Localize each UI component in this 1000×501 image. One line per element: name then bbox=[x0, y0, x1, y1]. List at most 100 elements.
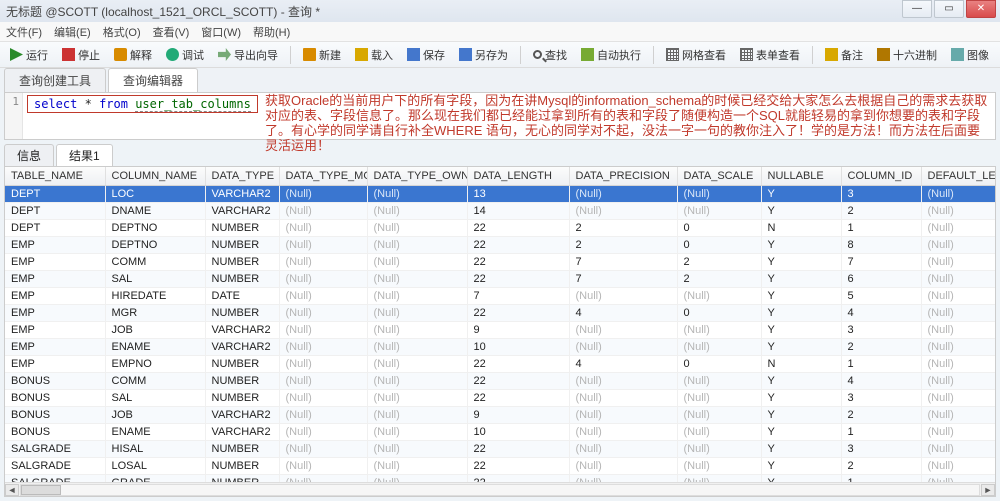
table-cell[interactable]: (Null) bbox=[921, 254, 996, 271]
table-cell[interactable]: Y bbox=[761, 322, 841, 339]
table-cell[interactable]: (Null) bbox=[921, 339, 996, 356]
table-cell[interactable]: (Null) bbox=[279, 220, 367, 237]
table-cell[interactable]: (Null) bbox=[569, 424, 677, 441]
table-cell[interactable]: Y bbox=[761, 254, 841, 271]
table-cell[interactable]: 4 bbox=[569, 356, 677, 373]
gridview-button[interactable]: 网格查看 bbox=[660, 45, 732, 65]
table-cell[interactable]: EMP bbox=[5, 288, 105, 305]
table-row[interactable]: EMPCOMMNUMBER(Null)(Null)2272Y7(Null)(Nu… bbox=[5, 254, 996, 271]
explain-button[interactable]: 解释 bbox=[108, 45, 158, 65]
table-row[interactable]: SALGRADELOSALNUMBER(Null)(Null)22(Null)(… bbox=[5, 458, 996, 475]
table-cell[interactable]: (Null) bbox=[367, 271, 467, 288]
table-row[interactable]: SALGRADEHISALNUMBER(Null)(Null)22(Null)(… bbox=[5, 441, 996, 458]
autoexec-button[interactable]: 自动执行 bbox=[575, 45, 647, 65]
table-cell[interactable]: VARCHAR2 bbox=[205, 339, 279, 356]
table-cell[interactable]: (Null) bbox=[921, 441, 996, 458]
column-header[interactable]: COLUMN_NAME bbox=[105, 167, 205, 186]
table-cell[interactable]: (Null) bbox=[921, 203, 996, 220]
table-cell[interactable]: (Null) bbox=[677, 458, 761, 475]
table-cell[interactable]: 13 bbox=[467, 186, 569, 203]
table-cell[interactable]: (Null) bbox=[367, 305, 467, 322]
column-header[interactable]: DEFAULT_LENGTH bbox=[921, 167, 996, 186]
table-cell[interactable]: 2 bbox=[841, 458, 921, 475]
image-button[interactable]: 图像 bbox=[945, 45, 995, 65]
table-cell[interactable]: N bbox=[761, 356, 841, 373]
table-cell[interactable]: 2 bbox=[569, 237, 677, 254]
table-cell[interactable]: (Null) bbox=[677, 322, 761, 339]
table-cell[interactable]: (Null) bbox=[569, 186, 677, 203]
table-cell[interactable]: SALGRADE bbox=[5, 441, 105, 458]
table-cell[interactable]: (Null) bbox=[569, 441, 677, 458]
table-cell[interactable]: 2 bbox=[677, 254, 761, 271]
table-cell[interactable]: (Null) bbox=[569, 407, 677, 424]
table-cell[interactable]: (Null) bbox=[921, 271, 996, 288]
table-cell[interactable]: BONUS bbox=[5, 407, 105, 424]
table-cell[interactable]: (Null) bbox=[921, 237, 996, 254]
table-cell[interactable]: 8 bbox=[841, 237, 921, 254]
table-cell[interactable]: 3 bbox=[841, 441, 921, 458]
table-row[interactable]: BONUSSALNUMBER(Null)(Null)22(Null)(Null)… bbox=[5, 390, 996, 407]
table-row[interactable]: EMPSALNUMBER(Null)(Null)2272Y6(Null)(Nul… bbox=[5, 271, 996, 288]
table-cell[interactable]: (Null) bbox=[677, 407, 761, 424]
table-cell[interactable]: (Null) bbox=[367, 254, 467, 271]
table-cell[interactable]: Y bbox=[761, 407, 841, 424]
table-cell[interactable]: (Null) bbox=[677, 373, 761, 390]
table-cell[interactable]: 2 bbox=[841, 339, 921, 356]
load-button[interactable]: 载入 bbox=[349, 45, 399, 65]
table-cell[interactable]: EMP bbox=[5, 237, 105, 254]
table-cell[interactable]: 2 bbox=[677, 271, 761, 288]
table-cell[interactable]: (Null) bbox=[367, 186, 467, 203]
table-cell[interactable]: EMP bbox=[5, 322, 105, 339]
table-cell[interactable]: Y bbox=[761, 373, 841, 390]
table-cell[interactable]: COMM bbox=[105, 373, 205, 390]
table-cell[interactable]: SALGRADE bbox=[5, 458, 105, 475]
table-row[interactable]: EMPEMPNONUMBER(Null)(Null)2240N1(Null)(N… bbox=[5, 356, 996, 373]
table-cell[interactable]: NUMBER bbox=[205, 373, 279, 390]
table-cell[interactable]: EMP bbox=[5, 271, 105, 288]
table-cell[interactable]: (Null) bbox=[569, 288, 677, 305]
menu-window[interactable]: 窗口(W) bbox=[201, 24, 241, 40]
table-cell[interactable]: 7 bbox=[841, 254, 921, 271]
column-header[interactable]: TABLE_NAME bbox=[5, 167, 105, 186]
table-cell[interactable]: 3 bbox=[841, 186, 921, 203]
table-cell[interactable]: (Null) bbox=[279, 288, 367, 305]
table-cell[interactable]: DEPTNO bbox=[105, 237, 205, 254]
table-row[interactable]: EMPDEPTNONUMBER(Null)(Null)2220Y8(Null)(… bbox=[5, 237, 996, 254]
table-cell[interactable]: (Null) bbox=[921, 356, 996, 373]
table-cell[interactable]: (Null) bbox=[569, 390, 677, 407]
tab-info[interactable]: 信息 bbox=[4, 144, 54, 166]
table-cell[interactable]: (Null) bbox=[367, 407, 467, 424]
table-cell[interactable]: (Null) bbox=[677, 186, 761, 203]
saveas-button[interactable]: 另存为 bbox=[453, 45, 514, 65]
table-cell[interactable]: (Null) bbox=[569, 203, 677, 220]
table-cell[interactable]: 2 bbox=[841, 203, 921, 220]
table-cell[interactable]: 4 bbox=[569, 305, 677, 322]
column-header[interactable]: DATA_TYPE_MOD bbox=[279, 167, 367, 186]
table-cell[interactable]: EMP bbox=[5, 356, 105, 373]
debug-button[interactable]: 调试 bbox=[160, 45, 210, 65]
table-cell[interactable]: 22 bbox=[467, 356, 569, 373]
table-cell[interactable]: ENAME bbox=[105, 339, 205, 356]
table-cell[interactable]: 22 bbox=[467, 237, 569, 254]
table-cell[interactable]: Y bbox=[761, 424, 841, 441]
table-cell[interactable]: (Null) bbox=[279, 356, 367, 373]
table-cell[interactable]: 22 bbox=[467, 220, 569, 237]
run-button[interactable]: 运行 bbox=[4, 45, 54, 65]
table-cell[interactable]: 7 bbox=[569, 254, 677, 271]
table-cell[interactable]: (Null) bbox=[279, 339, 367, 356]
menu-edit[interactable]: 编辑(E) bbox=[54, 24, 91, 40]
table-cell[interactable]: 2 bbox=[841, 407, 921, 424]
table-cell[interactable]: NUMBER bbox=[205, 390, 279, 407]
table-cell[interactable]: EMP bbox=[5, 339, 105, 356]
table-cell[interactable]: (Null) bbox=[279, 390, 367, 407]
table-cell[interactable]: Y bbox=[761, 305, 841, 322]
table-cell[interactable]: (Null) bbox=[921, 305, 996, 322]
table-cell[interactable]: JOB bbox=[105, 407, 205, 424]
menu-format[interactable]: 格式(O) bbox=[103, 24, 141, 40]
table-cell[interactable]: DEPT bbox=[5, 186, 105, 203]
table-cell[interactable]: (Null) bbox=[677, 339, 761, 356]
table-cell[interactable]: NUMBER bbox=[205, 220, 279, 237]
table-cell[interactable]: Y bbox=[761, 237, 841, 254]
table-cell[interactable]: HISAL bbox=[105, 441, 205, 458]
table-cell[interactable]: 4 bbox=[841, 373, 921, 390]
